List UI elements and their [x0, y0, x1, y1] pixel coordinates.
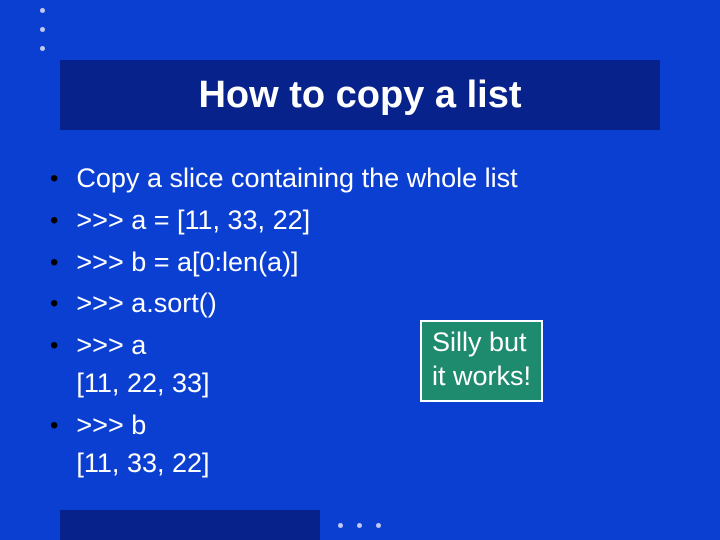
list-item: • >>> a = [11, 33, 22]: [50, 202, 680, 240]
bullet-icon: •: [50, 327, 58, 364]
slide-content: • Copy a slice containing the whole list…: [50, 160, 680, 486]
list-item: • >>> b = a[0:len(a)]: [50, 244, 680, 282]
bullet-icon: •: [50, 285, 58, 322]
decorative-dots-top: [40, 8, 45, 51]
bullet-icon: •: [50, 407, 58, 444]
bullet-text: >>> a[11, 22, 33]: [76, 327, 209, 403]
list-item: • Copy a slice containing the whole list: [50, 160, 680, 198]
bullet-text: >>> a = [11, 33, 22]: [76, 202, 310, 240]
list-item: • >>> a[11, 22, 33]: [50, 327, 680, 403]
slide-title-bar: How to copy a list: [60, 60, 660, 130]
decorative-footer-block: [60, 510, 320, 540]
bullet-icon: •: [50, 244, 58, 281]
dot: [338, 523, 343, 528]
bullet-icon: •: [50, 160, 58, 197]
bullet-icon: •: [50, 202, 58, 239]
bullet-list: • Copy a slice containing the whole list…: [50, 160, 680, 482]
slide-title: How to copy a list: [198, 74, 521, 117]
dot: [376, 523, 381, 528]
list-item: • >>> a.sort(): [50, 285, 680, 323]
dot: [40, 8, 45, 13]
bullet-text: Copy a slice containing the whole list: [76, 160, 517, 198]
dot: [40, 27, 45, 32]
list-item: • >>> b[11, 33, 22]: [50, 407, 680, 483]
bullet-text: >>> a.sort(): [76, 285, 216, 323]
callout-line: it works!: [432, 360, 531, 394]
bullet-text: >>> b[11, 33, 22]: [76, 407, 209, 483]
decorative-dots-bottom: [338, 523, 381, 528]
dot: [357, 523, 362, 528]
bullet-text: >>> b = a[0:len(a)]: [76, 244, 298, 282]
callout-box: Silly but it works!: [420, 320, 543, 402]
dot: [40, 46, 45, 51]
callout-line: Silly but: [432, 326, 531, 360]
